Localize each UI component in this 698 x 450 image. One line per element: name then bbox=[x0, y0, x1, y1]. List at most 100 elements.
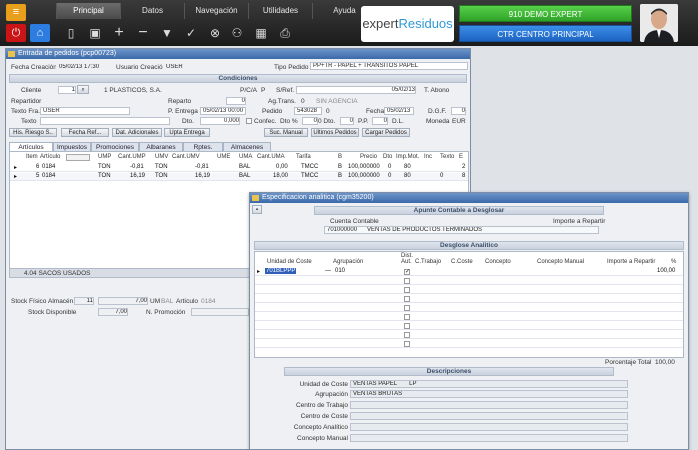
remove-icon[interactable]: − bbox=[134, 24, 152, 42]
promocion-field[interactable] bbox=[191, 308, 249, 316]
desc-centro-coste-label: Centro de Coste bbox=[300, 413, 348, 420]
unidad-cell[interactable]: 701BLPPP bbox=[265, 268, 297, 274]
dist-aut-checkbox[interactable] bbox=[404, 296, 410, 302]
importe-cell[interactable]: 100,00 bbox=[657, 268, 675, 274]
center-selector[interactable]: CTR CENTRO PRINCIPAL bbox=[459, 25, 632, 42]
app-menu-icon[interactable]: ≡ bbox=[6, 4, 26, 21]
print-icon[interactable]: ⎙ bbox=[276, 24, 294, 42]
tab-articulos[interactable]: Artículos bbox=[9, 142, 53, 151]
cell: TON bbox=[98, 164, 111, 170]
fecha2-field[interactable]: 05/02/13 bbox=[384, 107, 414, 115]
desc-concepto-label: Concepto Analítico bbox=[293, 424, 348, 431]
tab-promociones[interactable]: Promociones bbox=[91, 142, 139, 151]
desc-concepto-manual-field bbox=[350, 434, 628, 442]
dist-aut-checkbox[interactable] bbox=[404, 341, 410, 347]
menu-navegacion[interactable]: Navegación bbox=[184, 3, 248, 19]
sref-field[interactable]: 05/02/13 bbox=[296, 86, 416, 94]
tab-almacenes[interactable]: Almacenes bbox=[223, 142, 271, 151]
desc-centro-trabajo-field bbox=[350, 401, 628, 409]
texto-field[interactable] bbox=[40, 117, 170, 125]
dist-aut-checkbox[interactable] bbox=[404, 287, 410, 293]
row-pointer-icon: ▸ bbox=[257, 269, 261, 275]
dist-aut-checkbox[interactable] bbox=[404, 305, 410, 311]
dto2-field[interactable]: 0 bbox=[340, 117, 354, 125]
calculator-icon[interactable]: ▦ bbox=[252, 24, 270, 42]
window-icon bbox=[8, 51, 15, 57]
tab-albaranes[interactable]: Albaranes bbox=[139, 142, 183, 151]
datos-adicionales-button[interactable]: Dat. Adicionales bbox=[112, 128, 162, 137]
cliente-field[interactable]: 1 bbox=[58, 86, 76, 94]
filter-icon[interactable]: ▼ bbox=[158, 24, 176, 42]
table-row[interactable] bbox=[255, 322, 683, 330]
table-row[interactable]: ▸ 701BLPPP — 010 ✓ 100,00 bbox=[255, 268, 683, 276]
dtop-field[interactable]: 0 bbox=[302, 117, 318, 125]
upta-entrega-button[interactable]: Upta Entrega bbox=[164, 128, 210, 137]
desc-unidad-field: VENTAS PAPEL LP bbox=[350, 380, 628, 388]
table-row[interactable] bbox=[255, 295, 683, 303]
table-row[interactable] bbox=[255, 304, 683, 312]
print-icon[interactable]: ▪ bbox=[252, 205, 262, 214]
riesgo-button[interactable]: His. Riesgo S.. bbox=[9, 128, 57, 137]
menu-utilidades[interactable]: Utilidades bbox=[248, 3, 312, 19]
dist-aut-checkbox[interactable] bbox=[404, 332, 410, 338]
pedido-version: 0 bbox=[326, 108, 330, 115]
sref-label: S/Ref. bbox=[276, 87, 295, 94]
tab-impuestos[interactable]: Impuestos bbox=[53, 142, 91, 151]
agrupacion-cell[interactable]: 010 bbox=[335, 268, 345, 274]
tab-rptes[interactable]: Rptes. bbox=[183, 142, 223, 151]
table-row[interactable] bbox=[255, 313, 683, 321]
dist-aut-checkbox[interactable] bbox=[404, 278, 410, 284]
reparto-field[interactable]: 0 bbox=[226, 97, 246, 105]
confec-label: Confec. bbox=[254, 118, 277, 125]
col-concepto-manual: Concepto Manual bbox=[537, 259, 585, 265]
texto-fra-field[interactable]: USER bbox=[40, 107, 130, 115]
desc-concepto-manual-label: Concepto Manual bbox=[297, 435, 348, 442]
promocion-label: N. Promoción bbox=[146, 309, 186, 316]
grid-nav-icons[interactable] bbox=[66, 154, 90, 161]
company-selector[interactable]: 910 DEMO EXPERT bbox=[459, 5, 632, 22]
tipo-pedido-select[interactable]: PP+TR - PAPEL + TRANSITOS PAPEL bbox=[310, 62, 468, 70]
search-icon[interactable]: ⌕ bbox=[77, 85, 89, 94]
stock-disponible-field: 7,00 bbox=[98, 308, 128, 316]
cancel-icon[interactable]: ⊗ bbox=[206, 24, 224, 42]
table-row[interactable]: ▸ 6 0184 TON -0,81 TON -0,81 BAL 0,00 TM… bbox=[10, 164, 468, 172]
um-value: BAL bbox=[161, 298, 174, 305]
articulo-label: Artículo bbox=[176, 298, 199, 305]
home-icon[interactable]: ⌂ bbox=[30, 24, 50, 42]
accept-icon[interactable]: ✓ bbox=[182, 24, 200, 42]
dist-aut-checkbox[interactable] bbox=[404, 323, 410, 329]
table-row[interactable]: ▸ 5 0184 TON 16,19 TON 16,19 BAL 18,00 T… bbox=[10, 173, 468, 181]
pp-field[interactable]: 0 bbox=[372, 117, 388, 125]
table-row[interactable] bbox=[255, 331, 683, 339]
col-cant-uma: Cant.UMA bbox=[257, 154, 285, 160]
ultimos-pedidos-button[interactable]: Ultimos Pedidos bbox=[311, 128, 359, 137]
save-icon[interactable]: ▣ bbox=[86, 24, 104, 42]
table-row[interactable] bbox=[255, 277, 683, 285]
confec-checkbox[interactable] bbox=[246, 118, 252, 124]
window-title: Entrada de pedidos (pcp00723) bbox=[6, 49, 470, 59]
suc-manual-button[interactable]: Suc. Manual bbox=[264, 128, 308, 137]
pca-label: P/C/A bbox=[240, 87, 257, 94]
cell: 80 bbox=[404, 173, 411, 179]
avatar[interactable] bbox=[640, 4, 678, 42]
dgf-field[interactable]: 0 bbox=[451, 107, 466, 115]
menu-datos[interactable]: Datos bbox=[120, 3, 184, 19]
add-icon[interactable]: + bbox=[110, 24, 128, 42]
pca-value: P bbox=[261, 87, 266, 94]
dto-field[interactable]: 0,000 bbox=[200, 117, 240, 125]
table-row[interactable] bbox=[255, 340, 683, 348]
table-row[interactable] bbox=[255, 286, 683, 294]
power-icon[interactable]: ⏻ bbox=[6, 24, 26, 42]
binoculars-icon[interactable]: ⚇ bbox=[228, 24, 246, 42]
dist-aut-checkbox[interactable] bbox=[404, 314, 410, 320]
dist-aut-checkbox[interactable]: ✓ bbox=[404, 269, 410, 275]
almacen-field[interactable]: 11 bbox=[74, 297, 94, 305]
fecha-ref-button[interactable]: Fecha Ref... bbox=[61, 128, 109, 137]
pentrega-field[interactable]: 05/02/13 00:00 bbox=[200, 107, 246, 115]
new-document-icon[interactable]: ▯ bbox=[62, 24, 80, 42]
col-umv: UMV bbox=[155, 154, 169, 160]
pedido-field[interactable]: 543028 bbox=[294, 107, 322, 115]
cargar-pedidos-button[interactable]: Cargar Pedidos bbox=[362, 128, 410, 137]
menu-principal[interactable]: Principal bbox=[56, 3, 120, 19]
cell: 100,000000 bbox=[348, 164, 380, 170]
